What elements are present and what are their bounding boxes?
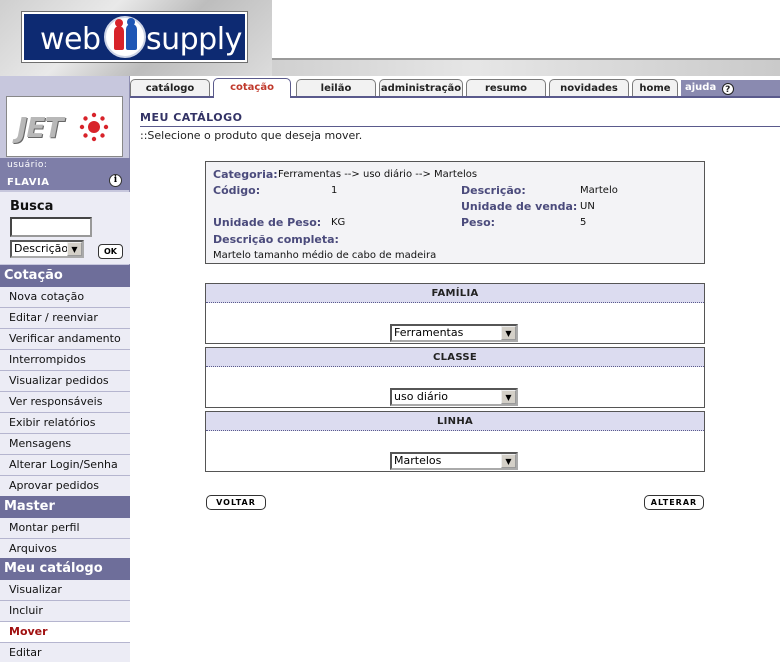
websupply-logo[interactable]: web supply [21,11,248,63]
familia-select[interactable]: Ferramentas ▼ [390,324,518,342]
sidebar-item-montar-perfil[interactable]: Montar perfil [0,518,130,539]
peso-label: Peso: [461,216,496,229]
logo-web-text: web [40,22,101,57]
classe-select[interactable]: uso diário ▼ [390,388,518,406]
unidade-venda-value: UN [580,201,595,212]
sidebar-item-ver-responsaveis[interactable]: Ver responsáveis [0,392,130,413]
search-panel: Busca Descrição ▼ OK [0,192,130,264]
linha-panel: LINHA Martelos ▼ [205,411,705,472]
chevron-down-icon[interactable]: ▼ [501,454,516,468]
sidebar-item-verificar-andamento[interactable]: Verificar andamento [0,329,130,350]
page-title: MEU CATÁLOGO [140,111,243,124]
linha-header: LINHA [206,412,704,431]
familia-header: FAMÍLIA [206,284,704,303]
classe-header: CLASSE [206,348,704,367]
header-banner: web supply [0,0,780,76]
sidebar-item-arquivos[interactable]: Arquivos [0,539,130,560]
product-details: Categoria: Ferramentas --> uso diário --… [205,161,705,264]
sidebar-item-editar[interactable]: Editar [0,643,130,662]
tab-catalogo[interactable]: catálogo [130,79,210,97]
classe-select-value: uso diário [394,390,449,403]
chevron-down-icon[interactable]: ▼ [501,326,516,340]
familia-panel: FAMÍLIA Ferramentas ▼ [205,283,705,344]
header-strip [272,60,780,76]
tab-cotacao[interactable]: cotação [213,78,291,98]
search-input[interactable] [10,217,92,237]
classe-panel: CLASSE uso diário ▼ [205,347,705,408]
section-master: Master [0,496,130,518]
chevron-down-icon[interactable]: ▼ [67,242,82,256]
descricao-value: Martelo [580,185,618,196]
descricao-completa-label: Descrição completa: [213,233,339,246]
tab-novidades[interactable]: novidades [549,79,629,97]
title-divider [140,126,780,127]
logo-supply-text: supply [146,22,242,57]
peso-value: 5 [580,217,587,228]
chevron-down-icon[interactable]: ▼ [501,390,516,404]
linha-select[interactable]: Martelos ▼ [390,452,518,470]
sidebar-item-exibir-relatorios[interactable]: Exibir relatórios [0,413,130,434]
help-label: ajuda [685,82,717,93]
sidebar-item-visualizar[interactable]: Visualizar [0,580,130,601]
tab-leilao[interactable]: leilão [296,79,376,97]
tab-home[interactable]: home [632,79,678,97]
user-name: FLAVIA [7,177,50,188]
descricao-completa-value: Martelo tamanho médio de cabo de madeira [213,250,437,261]
user-label: usuário: [7,160,48,170]
linha-select-value: Martelos [394,454,442,467]
info-icon[interactable]: i [109,174,122,187]
question-icon[interactable]: ? [721,83,734,95]
codigo-label: Código: [213,184,261,197]
search-ok-button[interactable]: OK [98,244,123,259]
sidebar: JET usuário: FLAVIA i Busca Descrição ▼ … [0,76,130,662]
sidebar-item-mensagens[interactable]: Mensagens [0,434,130,455]
familia-select-value: Ferramentas [394,326,464,339]
client-logo: JET [6,96,123,157]
sidebar-item-mover[interactable]: Mover [0,622,130,643]
descricao-label: Descrição: [461,184,526,197]
page-subtitle: ::Selecione o produto que deseja mover. [140,129,363,142]
sun-icon [79,112,109,142]
codigo-value: 1 [331,185,338,196]
section-meu-catalogo: Meu catálogo [0,558,130,580]
header-white-area [272,0,780,60]
sidebar-item-nova-cotacao[interactable]: Nova cotação [0,287,130,308]
voltar-button[interactable]: VOLTAR [206,495,266,510]
tab-resumo[interactable]: resumo [466,79,546,97]
alterar-button[interactable]: ALTERAR [644,495,704,510]
sidebar-item-editar-reenviar[interactable]: Editar / reenviar [0,308,130,329]
search-title: Busca [10,199,54,214]
help-link[interactable]: ajuda ? [681,80,780,96]
sidebar-item-aprovar-pedidos[interactable]: Aprovar pedidos [0,476,130,497]
unidade-peso-label: Unidade de Peso: [213,216,322,229]
search-select-value: Descrição [14,242,69,255]
sidebar-item-incluir[interactable]: Incluir [0,601,130,622]
unidade-venda-label: Unidade de venda: [461,200,578,213]
sidebar-item-visualizar-pedidos[interactable]: Visualizar pedidos [0,371,130,392]
categoria-value: Ferramentas --> uso diário --> Martelos [278,169,478,180]
client-logo-text: JET [17,111,64,144]
logo-people-icon [104,16,146,58]
section-cotacao: Cotação [0,265,130,287]
categoria-label: Categoria: [213,168,278,181]
unidade-peso-value: KG [331,217,346,228]
search-field-select[interactable]: Descrição ▼ [10,240,84,258]
sidebar-item-interrompidos[interactable]: Interrompidos [0,350,130,371]
tab-administracao[interactable]: administração [379,79,463,97]
sidebar-item-alterar-login[interactable]: Alterar Login/Senha [0,455,130,476]
